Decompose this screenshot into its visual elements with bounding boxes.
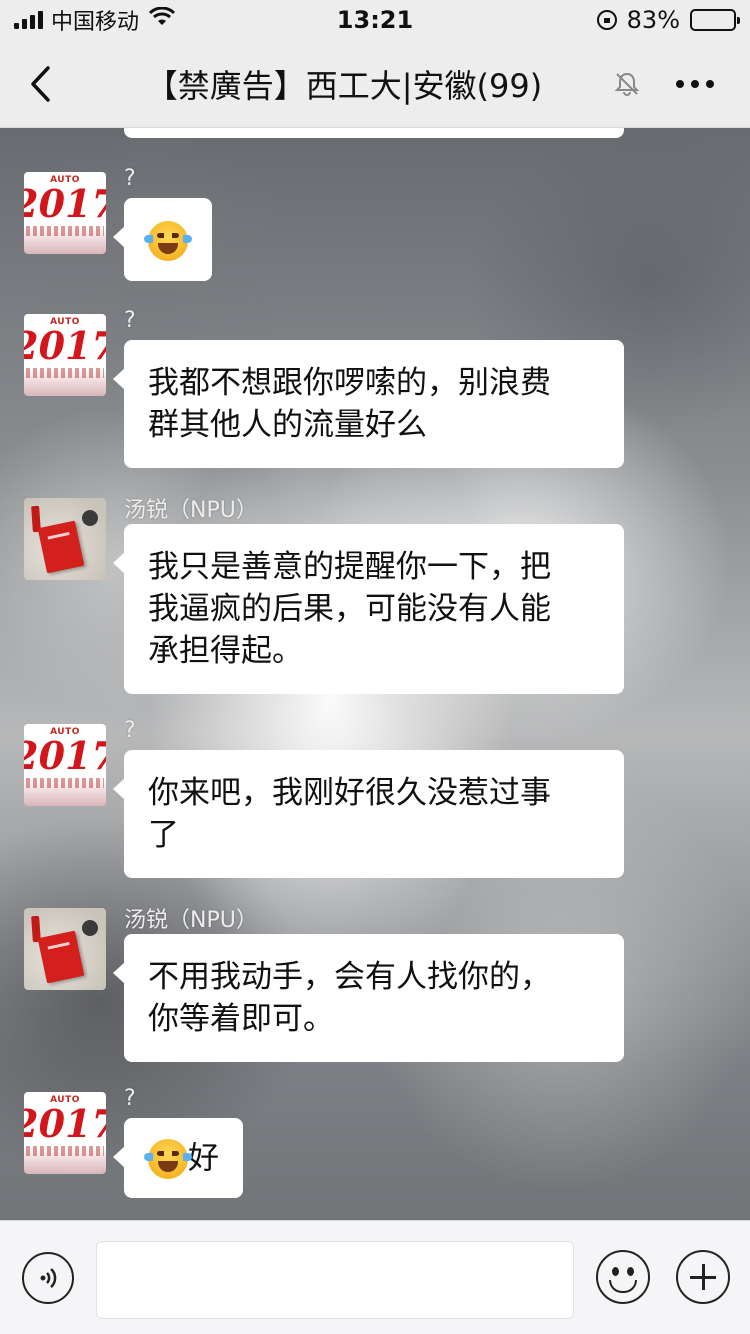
message-bubble[interactable] [113, 198, 212, 281]
avatar-year: 2017 [24, 1101, 106, 1146]
message-input[interactable] [96, 1241, 574, 1319]
message-bubble[interactable]: 我都不想跟你啰嗦的，别浪费 群其他人的流量好么 [113, 340, 624, 468]
avatar[interactable]: AUTO 2017 [24, 172, 106, 254]
nav-bar: 【禁廣告】西工大|安徽(99) [0, 40, 750, 128]
message-line: 你等着即可。 [148, 1001, 334, 1037]
wifi-icon [148, 6, 176, 33]
emoji-button[interactable] [596, 1250, 650, 1304]
avatar-book [37, 930, 85, 984]
avatar-year: 2017 [24, 181, 106, 226]
message-line: 我只是善意的提醒你一下，把 [148, 549, 551, 585]
sender-name: ? [124, 718, 136, 743]
avatar-skyline [26, 368, 104, 378]
signal-strength-icon [14, 11, 43, 29]
mute-bell-icon [614, 72, 640, 96]
previous-message-bubble[interactable] [124, 128, 624, 138]
message-line: 群其他人的流量好么 [148, 407, 427, 443]
chat-message-list[interactable]: AUTO 2017 ? AUTO 2017 ? 我都不想跟你啰嗦的，别浪费 群其… [0, 128, 750, 1220]
avatar-year: 2017 [24, 323, 106, 368]
add-attachment-button[interactable] [676, 1250, 730, 1304]
emoji-mouth-icon [609, 1280, 637, 1293]
more-dot-icon [706, 79, 714, 88]
message-bubble[interactable]: 好 [113, 1118, 243, 1198]
avatar-skyline [26, 778, 104, 788]
avatar[interactable]: AUTO 2017 [24, 314, 106, 396]
message-bubble[interactable]: 不用我动手，会有人找你的， 你等着即可。 [113, 934, 624, 1062]
emoji-eye-icon [612, 1267, 619, 1276]
more-options-button[interactable] [640, 40, 750, 128]
message-bubble[interactable]: 你来吧，我刚好很久没惹过事 了 [113, 750, 624, 878]
avatar[interactable] [24, 908, 106, 990]
chat-title: 【禁廣告】西工大|安徽(99) [145, 66, 543, 105]
carrier-name: 中国移动 [51, 10, 140, 35]
message-line: 我逼疯的后果，可能没有人能 [148, 591, 551, 627]
message-line: 我都不想跟你啰嗦的，别浪费 [148, 365, 551, 401]
avatar-skyline [26, 1146, 104, 1156]
avatar-book [37, 520, 85, 574]
battery-percent: 83% [626, 6, 680, 34]
message-line: 承担得起。 [148, 633, 303, 669]
message-line: 你来吧，我刚好很久没惹过事 [148, 775, 551, 811]
sender-name: ? [124, 1086, 136, 1111]
status-bar: 中国移动 13:21 83% [0, 0, 750, 40]
rotation-lock-icon [596, 10, 617, 30]
sender-name: 汤锐（NPU） [124, 908, 258, 933]
avatar[interactable]: AUTO 2017 [24, 1092, 106, 1174]
message-text: 好 [188, 1140, 219, 1177]
battery-icon [690, 9, 740, 31]
crying-laughing-emoji-icon [144, 220, 192, 261]
avatar-coin [82, 510, 98, 526]
message-line: 了 [148, 817, 179, 853]
voice-wave-icon [40, 1268, 57, 1288]
emoji-eye-icon [627, 1267, 634, 1276]
chevron-left-icon [31, 65, 50, 102]
avatar[interactable] [24, 498, 106, 580]
input-bar [0, 1220, 750, 1334]
more-dot-icon [691, 79, 699, 88]
voice-input-button[interactable] [22, 1252, 74, 1304]
message-line: 不用我动手，会有人找你的， [148, 959, 551, 995]
avatar-coin [82, 920, 98, 936]
sender-name: 汤锐（NPU） [124, 498, 258, 523]
message-bubble[interactable]: 我只是善意的提醒你一下，把 我逼疯的后果，可能没有人能 承担得起。 [113, 524, 624, 694]
sender-name: ? [124, 308, 136, 333]
back-button[interactable] [0, 40, 80, 128]
sender-name: ? [124, 166, 136, 191]
avatar-skyline [26, 226, 104, 236]
avatar-year: 2017 [24, 733, 106, 778]
avatar[interactable]: AUTO 2017 [24, 724, 106, 806]
crying-laughing-emoji-icon [144, 1138, 192, 1179]
more-dot-icon [676, 79, 684, 88]
